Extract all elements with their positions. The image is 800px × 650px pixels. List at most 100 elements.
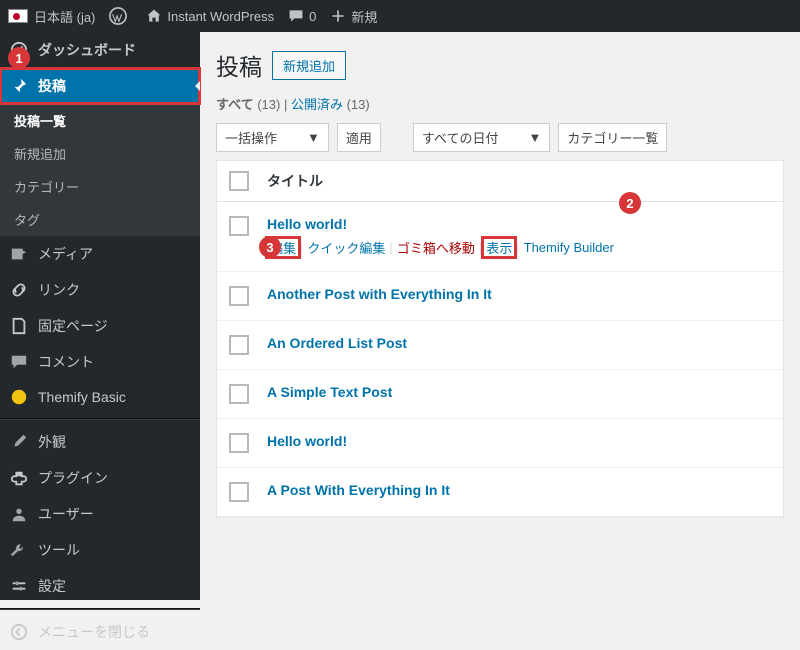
- menu-label: リンク: [38, 280, 80, 300]
- flag-icon: [8, 9, 28, 23]
- comments-count: 0: [309, 9, 316, 24]
- page-icon: [10, 317, 28, 335]
- menu-tools[interactable]: ツール: [0, 532, 200, 568]
- filter-links: すべて (13) | 公開済み (13): [216, 94, 784, 113]
- row-checkbox[interactable]: [229, 384, 249, 404]
- menu-pages[interactable]: 固定ページ: [0, 308, 200, 344]
- row-checkbox[interactable]: [229, 286, 249, 306]
- settings-icon: [10, 577, 28, 595]
- menu-appearance[interactable]: 外観: [0, 424, 200, 460]
- menu-label: メディア: [38, 244, 93, 264]
- menu-label: 外観: [38, 432, 66, 452]
- action-trash[interactable]: ゴミ箱へ移動: [394, 238, 478, 257]
- heading-text: 投稿: [216, 48, 262, 82]
- row-checkbox[interactable]: [229, 433, 249, 453]
- filter-all-count: (13): [257, 97, 280, 112]
- user-icon: [10, 505, 28, 523]
- action-view[interactable]: 表示: [483, 238, 515, 257]
- admin-sidebar: ダッシュボード 投稿 投稿一覧 新規追加 カテゴリー タグ メディア リンク 固…: [0, 32, 200, 600]
- posts-table: タイトル 2 3 Hello world! 編集| クイック編集| ゴミ箱へ移動…: [216, 160, 784, 518]
- table-row: Hello world!: [217, 419, 783, 468]
- table-row: 2 3 Hello world! 編集| クイック編集| ゴミ箱へ移動| 表示|…: [217, 202, 783, 272]
- submenu-add-new[interactable]: 新規追加: [0, 137, 200, 170]
- select-all-checkbox[interactable]: [229, 171, 249, 191]
- menu-settings[interactable]: 設定: [0, 568, 200, 604]
- row-checkbox[interactable]: [229, 335, 249, 355]
- filter-published[interactable]: 公開済み: [291, 97, 343, 112]
- plugin-icon: [10, 469, 28, 487]
- menu-comments[interactable]: コメント: [0, 344, 200, 380]
- new-label: 新規: [351, 7, 377, 26]
- language-label: 日本語 (ja): [34, 7, 95, 26]
- action-quick-edit[interactable]: クイック編集: [304, 238, 388, 257]
- menu-plugins[interactable]: プラグイン: [0, 460, 200, 496]
- submenu-tags[interactable]: タグ: [0, 203, 200, 236]
- menu-label: Themify Basic: [38, 389, 126, 405]
- chevron-down-icon: ▼: [528, 130, 541, 145]
- menu-label: コメント: [38, 352, 94, 372]
- apply-button[interactable]: 適用: [337, 123, 381, 152]
- select-label: カテゴリー一覧: [567, 128, 658, 147]
- post-title-link[interactable]: Another Post with Everything In It: [267, 286, 492, 302]
- menu-posts[interactable]: 投稿: [0, 68, 200, 104]
- action-themify-builder[interactable]: Themify Builder: [521, 240, 617, 255]
- menu-label: メニューを閉じる: [38, 622, 150, 642]
- submenu-all-posts[interactable]: 投稿一覧: [0, 104, 200, 137]
- menu-themify[interactable]: Themify Basic: [0, 380, 200, 414]
- themify-icon: [10, 388, 28, 406]
- submenu-posts: 投稿一覧 新規追加 カテゴリー タグ: [0, 104, 200, 236]
- submenu-categories[interactable]: カテゴリー: [0, 170, 200, 203]
- menu-label: 固定ページ: [38, 316, 108, 336]
- admin-bar: 日本語 (ja) Instant WordPress 0 新規: [0, 0, 800, 32]
- wp-logo[interactable]: [109, 7, 132, 25]
- menu-separator: [0, 608, 200, 610]
- site-title: Instant WordPress: [167, 9, 274, 24]
- annotation-2: 2: [619, 192, 641, 214]
- post-title-link[interactable]: An Ordered List Post: [267, 335, 407, 351]
- add-new-button[interactable]: 新規追加: [272, 51, 346, 80]
- row-actions: 編集| クイック編集| ゴミ箱へ移動| 表示| Themify Builder: [267, 238, 771, 257]
- menu-links[interactable]: リンク: [0, 272, 200, 308]
- menu-collapse[interactable]: メニューを閉じる: [0, 614, 200, 650]
- annotation-1: 1: [8, 47, 30, 69]
- menu-label: プラグイン: [38, 468, 108, 488]
- annotation-3: 3: [259, 236, 281, 258]
- column-title[interactable]: タイトル: [267, 171, 323, 191]
- site-home[interactable]: Instant WordPress: [146, 8, 274, 24]
- menu-label: 投稿: [38, 76, 66, 96]
- post-title-link[interactable]: Hello world!: [267, 433, 347, 449]
- menu-dashboard[interactable]: ダッシュボード: [0, 32, 200, 68]
- bulk-action-select[interactable]: 一括操作 ▼: [216, 123, 329, 152]
- post-title-link[interactable]: A Simple Text Post: [267, 384, 392, 400]
- menu-users[interactable]: ユーザー: [0, 496, 200, 532]
- row-checkbox[interactable]: [229, 482, 249, 502]
- chevron-down-icon: ▼: [307, 130, 320, 145]
- select-label: 一括操作: [225, 128, 277, 147]
- comments-bubble[interactable]: 0: [288, 8, 316, 24]
- pin-icon: [10, 77, 28, 95]
- table-row: A Simple Text Post: [217, 370, 783, 419]
- comments-icon: [10, 353, 28, 371]
- menu-separator: [0, 418, 200, 420]
- date-filter-select[interactable]: すべての日付 ▼: [413, 123, 550, 152]
- menu-label: ダッシュボード: [38, 40, 136, 60]
- row-checkbox[interactable]: [229, 216, 249, 236]
- content-area: 投稿新規追加 すべて (13) | 公開済み (13) 一括操作 ▼ 適用 すべて…: [200, 32, 800, 600]
- post-title-link[interactable]: Hello world!: [267, 216, 347, 232]
- language-switcher[interactable]: 日本語 (ja): [8, 7, 95, 26]
- table-header: タイトル: [217, 161, 783, 202]
- menu-media[interactable]: メディア: [0, 236, 200, 272]
- category-filter-select[interactable]: カテゴリー一覧: [558, 123, 667, 152]
- comment-icon: [288, 8, 304, 24]
- post-title-link[interactable]: A Post With Everything In It: [267, 482, 450, 498]
- filter-bar: 一括操作 ▼ 適用 すべての日付 ▼ カテゴリー一覧: [216, 123, 784, 152]
- page-heading: 投稿新規追加: [216, 48, 784, 82]
- filter-published-count: (13): [347, 97, 370, 112]
- collapse-icon: [10, 623, 28, 641]
- new-content[interactable]: 新規: [330, 7, 377, 26]
- select-label: すべての日付: [422, 128, 499, 147]
- table-row: Another Post with Everything In It: [217, 272, 783, 321]
- brush-icon: [10, 433, 28, 451]
- filter-all[interactable]: すべて: [216, 97, 254, 112]
- plus-icon: [330, 8, 346, 24]
